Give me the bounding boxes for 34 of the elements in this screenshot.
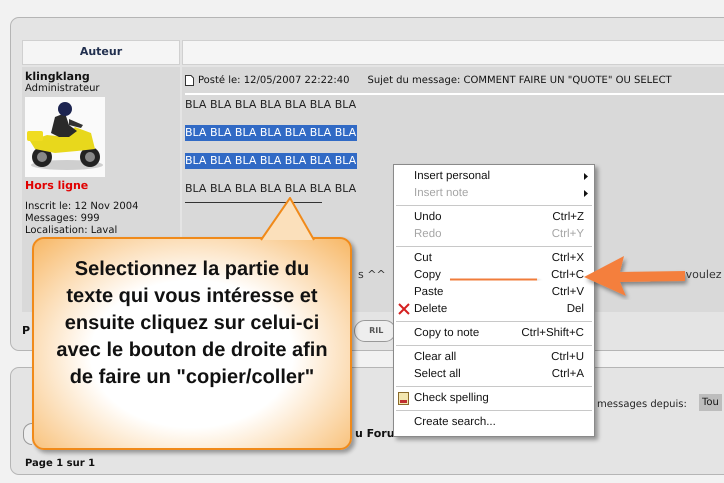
body-text: voulez	[686, 267, 722, 283]
author-name[interactable]: klingklang	[25, 71, 177, 83]
menu-item[interactable]: Cut Ctrl+X	[396, 250, 592, 267]
menu-item[interactable]: Paste Ctrl+V	[396, 284, 592, 301]
post-date: Posté le: 12/05/2007 22:22:40	[198, 74, 350, 88]
sort-label: messages depuis:	[597, 398, 687, 412]
forum-link[interactable]: u Foru	[355, 426, 395, 442]
post-subject: Sujet du message: COMMENT FAIRE UN "QUOTE" OU SELECT	[367, 74, 672, 88]
menu-item[interactable]: Insert personal	[396, 168, 592, 185]
body-text: s ^^	[358, 267, 386, 283]
menu-item[interactable]: Create search...	[396, 414, 592, 431]
column-header: Auteur	[22, 40, 180, 65]
bubble-tail	[260, 197, 315, 241]
delete-icon	[398, 303, 410, 315]
author-location: Localisation: Laval	[25, 225, 118, 237]
speech-bubble: Selectionnez la partie du texte qui vous intéresse et ensuite cliquez sur celui-ci avec le bouton de droite afin de faire un "copier/coller"	[32, 237, 352, 450]
author-rank: Administrateur	[25, 83, 101, 95]
page-indicator: Page 1 sur 1	[25, 457, 96, 471]
row-label: P	[22, 322, 30, 339]
menu-item[interactable]: Delete Del	[396, 301, 592, 318]
menu-item[interactable]: Copy Ctrl+C	[396, 267, 592, 284]
body-text-line: BLA BLA BLA BLA BLA BLA BLA	[185, 97, 358, 113]
menu-item[interactable]: Clear all Ctrl+U	[396, 349, 592, 366]
menu-item[interactable]: Undo Ctrl+Z	[396, 209, 592, 226]
author-messages: Messages: 999	[25, 213, 101, 225]
status-text: Hors ligne	[25, 180, 90, 192]
menu-item[interactable]: Copy to note Ctrl+Shift+C	[396, 325, 592, 342]
post-icon[interactable]	[185, 74, 194, 86]
spelling-icon	[398, 392, 410, 405]
body-text-line: BLA BLA BLA BLA BLA BLA BLA	[185, 181, 358, 197]
sort-select[interactable]: Tou	[699, 394, 722, 411]
author-joined: Inscrit le: 12 Nov 2004	[25, 201, 140, 213]
menu-item[interactable]: Select all Ctrl+A	[396, 366, 592, 383]
menu-item[interactable]: Check spelling	[396, 390, 592, 407]
